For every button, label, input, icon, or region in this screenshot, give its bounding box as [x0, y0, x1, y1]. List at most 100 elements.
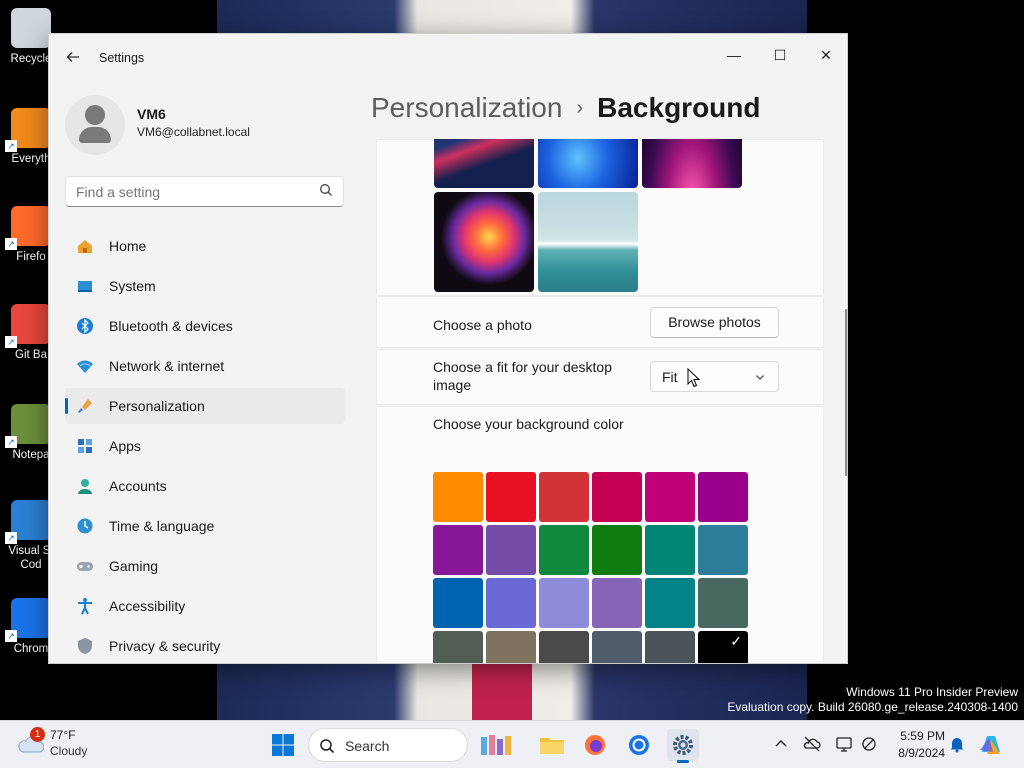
settings-taskbar-button[interactable] [667, 729, 699, 763]
color-swatch[interactable] [433, 578, 483, 628]
fit-dropdown-value: Fit [662, 369, 678, 385]
color-swatch[interactable] [539, 631, 589, 663]
color-swatch[interactable] [698, 525, 748, 575]
back-button[interactable] [63, 47, 83, 67]
color-swatch[interactable] [433, 472, 483, 522]
color-swatch[interactable] [592, 472, 642, 522]
sidebar-item-privacy-security[interactable]: Privacy & security [65, 628, 345, 663]
recent-image-1[interactable] [434, 139, 534, 188]
recent-image-2[interactable] [538, 139, 638, 188]
start-button[interactable] [267, 729, 299, 761]
wallpaper-tie [472, 660, 532, 720]
sidebar-item-label: Gaming [109, 558, 159, 574]
search-icon[interactable] [319, 183, 333, 197]
color-swatch[interactable] [592, 631, 642, 663]
sidebar-item-label: Accessibility [109, 598, 186, 614]
choose-photo-label: Choose a photo [433, 317, 532, 333]
color-swatch[interactable] [645, 472, 695, 522]
chevron-up-icon[interactable] [772, 735, 790, 753]
color-swatch[interactable] [486, 525, 536, 575]
color-swatch[interactable] [698, 631, 748, 663]
shield-icon [78, 638, 92, 654]
chevron-down-icon [756, 375, 764, 380]
display-icon[interactable] [835, 735, 853, 753]
color-swatch[interactable] [698, 472, 748, 522]
color-swatch[interactable] [645, 525, 695, 575]
choose-fit-label: Choose a fit for your desktop image [433, 359, 612, 393]
recent-image-3[interactable] [642, 139, 742, 188]
chrome-icon [629, 735, 649, 755]
color-swatch[interactable] [645, 631, 695, 663]
settings-window: Settings — ☐ ✕ VM6 VM6@collabnet.local H… [48, 33, 848, 664]
search-input[interactable] [66, 177, 306, 206]
back-arrow-icon [66, 52, 79, 62]
user-email: VM6@collabnet.local [137, 125, 250, 139]
breadcrumb: Personalization › Background [371, 92, 760, 124]
user-avatar[interactable] [65, 95, 125, 155]
color-swatch[interactable] [486, 631, 536, 663]
sidebar-item-bluetooth-devices[interactable]: Bluetooth & devices [65, 308, 345, 344]
copilot-button[interactable] [976, 730, 1006, 760]
title-bar[interactable]: Settings — ☐ ✕ [49, 34, 847, 80]
color-swatch[interactable] [592, 525, 642, 575]
file-explorer-button[interactable] [536, 729, 568, 761]
recent-image-5[interactable] [538, 192, 638, 292]
sidebar-item-time-language[interactable]: Time & language [65, 508, 345, 544]
clock[interactable]: 5:59 PM 8/9/2024 [885, 728, 945, 762]
everything-icon: ↗ [5, 108, 51, 152]
network-icon [77, 360, 93, 373]
color-swatch[interactable] [486, 472, 536, 522]
sidebar-item-apps[interactable]: Apps [65, 428, 345, 464]
chrome-button[interactable] [623, 729, 655, 761]
globe-clock-icon [77, 518, 93, 534]
sidebar-item-label: Accounts [109, 478, 167, 494]
color-swatch[interactable] [433, 631, 483, 663]
minimize-button[interactable]: — [711, 40, 757, 70]
firefox-icon [585, 735, 605, 755]
notification-bell-icon[interactable] [948, 735, 966, 753]
recent-image-4[interactable] [434, 192, 534, 292]
close-button[interactable]: ✕ [803, 40, 847, 70]
clock-date: 8/9/2024 [898, 746, 945, 760]
sidebar-item-accounts[interactable]: Accounts [65, 468, 345, 504]
maximize-button[interactable]: ☐ [757, 40, 803, 70]
sidebar-item-home[interactable]: Home [65, 228, 345, 264]
sidebar-item-label: Privacy & security [109, 638, 221, 654]
weather-widget[interactable]: 1 77°F Cloudy [16, 727, 116, 763]
taskbar-search[interactable]: Search [308, 728, 511, 762]
sidebar-item-accessibility[interactable]: Accessibility [65, 588, 345, 624]
search-icon [320, 739, 335, 754]
color-swatch[interactable] [539, 472, 589, 522]
user-name: VM6 [137, 106, 166, 122]
color-swatch[interactable] [645, 578, 695, 628]
brush-icon [78, 399, 92, 413]
shortcut-arrow-icon: ↗ [5, 238, 17, 250]
sidebar-item-network-internet[interactable]: Network & internet [65, 348, 345, 384]
color-swatch[interactable] [433, 525, 483, 575]
fit-dropdown[interactable]: Fit [650, 361, 779, 392]
weather-badge: 1 [30, 727, 45, 742]
network-status-icon[interactable] [860, 735, 878, 753]
firefox-button[interactable] [579, 729, 611, 761]
firefox-icon: ↗ [5, 206, 51, 250]
color-swatch[interactable] [698, 578, 748, 628]
sidebar-item-personalization[interactable]: Personalization [65, 388, 345, 424]
color-swatch[interactable] [539, 578, 589, 628]
breadcrumb-parent[interactable]: Personalization [371, 92, 562, 123]
accounts-icon [78, 479, 92, 494]
color-swatch[interactable] [486, 578, 536, 628]
color-swatch[interactable] [539, 525, 589, 575]
sidebar-item-label: Apps [109, 438, 141, 454]
onedrive-icon[interactable] [803, 735, 821, 753]
browse-photos-button[interactable]: Browse photos [650, 307, 779, 338]
sidebar-item-label: Bluetooth & devices [109, 318, 233, 334]
settings-search[interactable] [65, 176, 344, 207]
content-scrollbar[interactable] [845, 309, 847, 476]
sidebar-item-gaming[interactable]: Gaming [65, 548, 345, 584]
apps-icon [78, 439, 92, 453]
color-swatch[interactable] [592, 578, 642, 628]
search-highlight-icon [481, 735, 511, 755]
avatar-head [85, 105, 105, 125]
sidebar-item-system[interactable]: System [65, 268, 345, 304]
shortcut-arrow-icon: ↗ [5, 532, 17, 544]
